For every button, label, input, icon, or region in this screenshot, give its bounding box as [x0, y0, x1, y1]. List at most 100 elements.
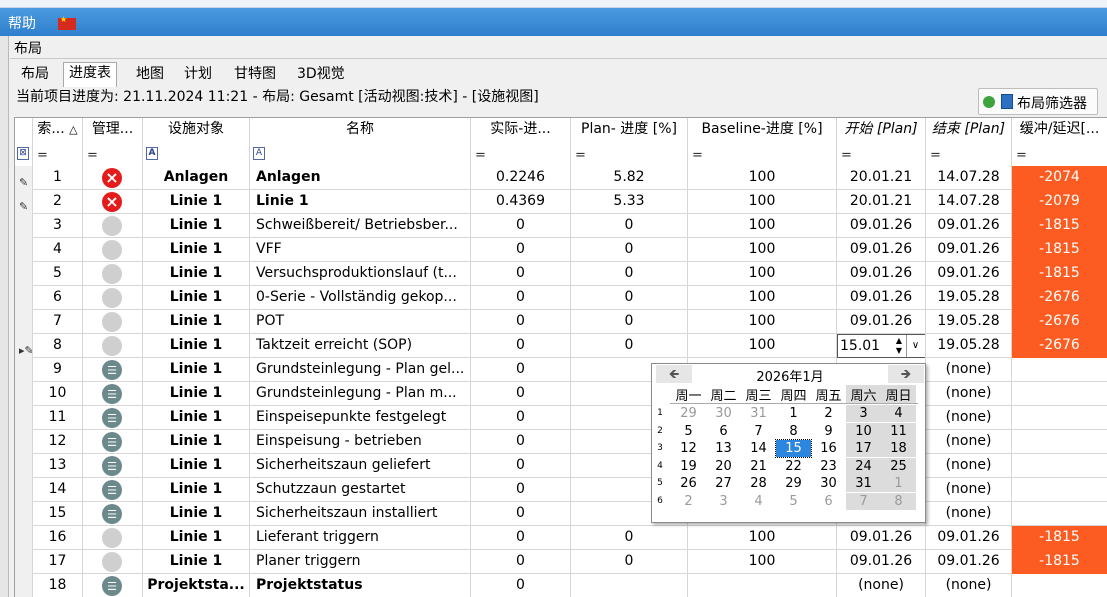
cell-plan-end[interactable]: 09.01.26 [926, 550, 1012, 574]
cell-name[interactable]: Schweißbereit/ Betriebsber... [250, 214, 471, 238]
cell-index[interactable]: 9 [33, 358, 83, 382]
calendar-day[interactable]: 23 [811, 458, 846, 475]
cell-actual-progress[interactable]: 0 [471, 574, 571, 597]
filter-cell-management[interactable]: = [83, 142, 143, 166]
column-header-name[interactable]: 名称 [250, 118, 471, 142]
cell-actual-progress[interactable]: 0 [471, 430, 571, 454]
row-selector[interactable] [15, 430, 33, 454]
cell-name[interactable]: Einspeisepunkte festgelegt [250, 406, 471, 430]
cell-plan-progress[interactable]: 0 [571, 310, 688, 334]
calendar-day[interactable]: 31 [741, 405, 776, 422]
calendar-day[interactable]: 27 [706, 475, 741, 492]
row-selector[interactable]: ✎ [15, 166, 33, 190]
cell-plan-progress[interactable]: 0 [571, 238, 688, 262]
cell-actual-progress[interactable]: 0 [471, 334, 571, 358]
cell-buffer-delay[interactable] [1012, 502, 1107, 526]
row-selector[interactable] [15, 478, 33, 502]
cell-index[interactable]: 6 [33, 286, 83, 310]
calendar-day[interactable]: 18 [881, 440, 916, 457]
cell-management-status[interactable] [83, 382, 143, 406]
row-selector[interactable] [15, 526, 33, 550]
table-row[interactable]: 7 Linie 1 POT 0 0 100 09.01.26 19.05.28 -2676 [15, 310, 1107, 334]
row-selector[interactable] [15, 286, 33, 310]
column-header-index[interactable]: 索... △ [33, 118, 83, 142]
cell-facility-object[interactable]: Linie 1 [143, 238, 250, 262]
cell-plan-progress[interactable]: 5.82 [571, 166, 688, 190]
cell-plan-start[interactable]: 09.01.26 [837, 262, 926, 286]
cell-management-status[interactable] [83, 478, 143, 502]
cell-name[interactable]: Versuchsproduktionslauf (t... [250, 262, 471, 286]
cell-plan-start[interactable]: 09.01.26 [837, 214, 926, 238]
calendar-day[interactable]: 9 [811, 423, 846, 440]
language-flag-icon[interactable] [58, 15, 76, 30]
cell-buffer-delay[interactable]: -2676 [1012, 310, 1107, 334]
column-header-buffer-delay[interactable]: 缓冲/延迟[... [1012, 118, 1107, 142]
calendar-day[interactable]: 5 [671, 423, 706, 440]
cell-plan-progress[interactable]: 5.33 [571, 190, 688, 214]
cell-name[interactable]: POT [250, 310, 471, 334]
cell-name[interactable]: VFF [250, 238, 471, 262]
cell-facility-object[interactable]: Linie 1 [143, 526, 250, 550]
column-header-plan-progress[interactable]: Plan- 进度 [%] [571, 118, 688, 142]
cell-plan-start[interactable]: 09.01.26 [837, 286, 926, 310]
cell-plan-start[interactable]: 15.01 ▲ ▼ ∨ [837, 334, 926, 358]
cell-baseline-progress[interactable] [688, 574, 837, 597]
prev-month-button[interactable]: 🡸 [656, 365, 692, 383]
calendar-day[interactable]: 7 [846, 492, 881, 510]
cell-plan-end[interactable]: 09.01.26 [926, 238, 1012, 262]
cell-plan-progress[interactable]: 0 [571, 262, 688, 286]
calendar-day[interactable]: 14 [741, 440, 776, 457]
cell-index[interactable]: 3 [33, 214, 83, 238]
cell-plan-end[interactable]: (none) [926, 406, 1012, 430]
calendar-day[interactable]: 11 [881, 422, 916, 440]
calendar-day[interactable]: 10 [846, 422, 881, 440]
cell-facility-object[interactable]: Linie 1 [143, 358, 250, 382]
column-header-baseline-progress[interactable]: Baseline-进度 [%] [688, 118, 837, 142]
cell-buffer-delay[interactable] [1012, 478, 1107, 502]
cell-management-status[interactable] [83, 214, 143, 238]
calendar-day[interactable]: 8 [776, 423, 811, 440]
cell-baseline-progress[interactable]: 100 [688, 334, 837, 358]
calendar-day[interactable]: 3 [846, 405, 881, 422]
cell-index[interactable]: 13 [33, 454, 83, 478]
cell-management-status[interactable] [83, 190, 143, 214]
cell-facility-object[interactable]: Linie 1 [143, 262, 250, 286]
calendar-day[interactable]: 22 [776, 458, 811, 475]
cell-plan-start[interactable]: 09.01.26 [837, 526, 926, 550]
cell-facility-object[interactable]: Linie 1 [143, 382, 250, 406]
cell-facility-object[interactable]: Linie 1 [143, 430, 250, 454]
menu-help[interactable]: 帮助 [8, 13, 36, 33]
cell-management-status[interactable] [83, 574, 143, 597]
cell-buffer-delay[interactable] [1012, 454, 1107, 478]
row-selector[interactable] [15, 406, 33, 430]
cell-name[interactable]: 0-Serie - Vollständig gekop... [250, 286, 471, 310]
calendar-day[interactable]: 2 [811, 405, 846, 422]
column-header-plan-start[interactable]: 开始 [Plan] [837, 118, 926, 142]
cell-index[interactable]: 12 [33, 430, 83, 454]
row-selector[interactable] [15, 214, 33, 238]
cell-plan-end[interactable]: (none) [926, 382, 1012, 406]
cell-index[interactable]: 17 [33, 550, 83, 574]
layout-filter-button[interactable]: 布局筛选器 [978, 88, 1098, 115]
cell-buffer-delay[interactable]: -2079 [1012, 190, 1107, 214]
cell-plan-start[interactable]: 09.01.26 [837, 238, 926, 262]
cell-plan-start[interactable]: (none) [837, 574, 926, 597]
cell-plan-end[interactable]: 19.05.28 [926, 286, 1012, 310]
cell-management-status[interactable] [83, 454, 143, 478]
cell-plan-end[interactable]: (none) [926, 358, 1012, 382]
cell-name[interactable]: Grundsteinlegung - Plan m... [250, 382, 471, 406]
cell-index[interactable]: 5 [33, 262, 83, 286]
cell-baseline-progress[interactable]: 100 [688, 238, 837, 262]
table-row[interactable]: 13 Linie 1Sicherheitszaun geliefert0 (none… [15, 454, 1107, 478]
filter-cell-buffer-delay[interactable]: = [1012, 142, 1107, 166]
calendar-day[interactable]: 30 [811, 475, 846, 492]
cell-baseline-progress[interactable]: 100 [688, 190, 837, 214]
calendar-day[interactable]: 24 [846, 457, 881, 475]
filter-cell-baseline-progress[interactable]: = [688, 142, 837, 166]
cell-facility-object[interactable]: Linie 1 [143, 454, 250, 478]
filter-cell-plan-start[interactable]: = [837, 142, 926, 166]
cell-index[interactable]: 2 [33, 190, 83, 214]
table-row[interactable]: 9 Linie 1Grundsteinlegung - Plan gel...0 (… [15, 358, 1107, 382]
cell-name[interactable]: Einspeisung - betrieben [250, 430, 471, 454]
calendar-day[interactable]: 1 [776, 405, 811, 422]
